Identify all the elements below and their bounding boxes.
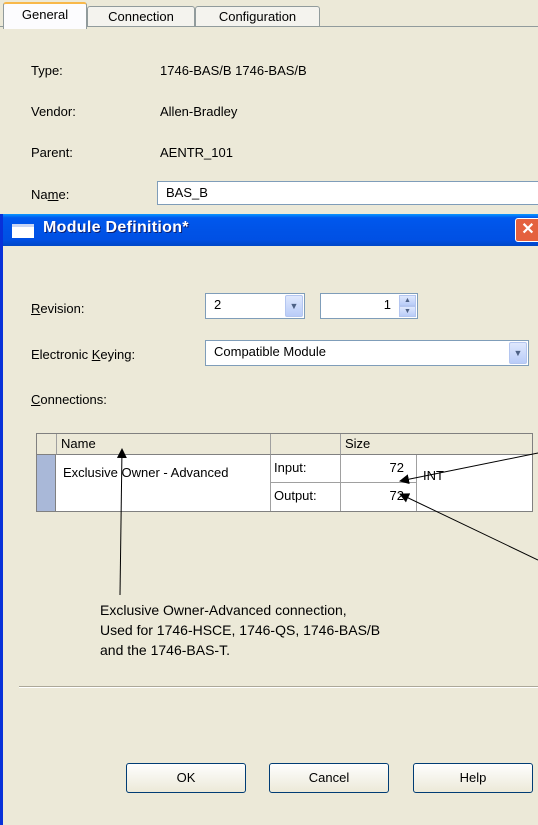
parent-value: AENTR_101 [160,145,233,160]
output-label: Output: [271,483,341,511]
input-label: Input: [271,455,341,483]
grid-corner [37,434,57,455]
annotation-line-3: and the 1746-BAS-T. [100,642,230,658]
electronic-keying-value: Compatible Module [214,344,327,359]
chevron-down-icon[interactable]: ▼ [509,342,527,364]
module-definition-dialog: Module Definition* ✕ Revision: 2 ▼ 1 ▲ ▼… [0,214,538,825]
data-type-cell: INT [423,468,444,483]
connections-grid: Name Size Exclusive Owner - Advanced Inp… [36,433,533,512]
properties-panel: General Connection Configuration Type: 1… [0,0,538,215]
parent-label: Parent: [31,145,73,160]
output-size-cell[interactable]: 72 [341,483,417,511]
tab-strip: General Connection Configuration [0,0,538,29]
vendor-value: Allen-Bradley [160,104,238,119]
revision-major-value: 2 [214,297,222,312]
annotation-caption: Exclusive Owner-Advanced connection, Use… [100,600,440,660]
revision-label: Revision: [31,301,85,316]
spin-up-icon[interactable]: ▲ [399,295,416,306]
annotation-line-1: Exclusive Owner-Advanced connection, [100,602,347,618]
grid-header-size[interactable]: Size [341,434,532,455]
revision-major-select[interactable]: 2 ▼ [205,293,305,319]
type-value: 1746-BAS/B 1746-BAS/B [160,63,307,78]
tab-configuration[interactable]: Configuration [195,6,320,27]
tab-general[interactable]: General [3,2,87,29]
help-button[interactable]: Help [413,763,533,793]
revision-minor-spinner[interactable]: 1 ▲ ▼ [320,293,418,319]
grid-header-name[interactable]: Name [57,434,271,455]
cancel-button[interactable]: Cancel [269,763,389,793]
vendor-label: Vendor: [31,104,76,119]
chevron-down-icon[interactable]: ▼ [285,295,303,317]
tab-connection[interactable]: Connection [87,6,195,27]
dialog-titlebar[interactable]: Module Definition* ✕ [3,214,538,246]
name-input[interactable]: BAS_B [157,181,538,205]
name-label: Name: [31,187,70,202]
dialog-separator [19,686,538,688]
revision-minor-value: 1 [383,297,391,312]
input-size-cell[interactable]: 72 [341,455,417,483]
dialog-title: Module Definition* [43,219,189,236]
connections-label: Connections: [31,392,107,407]
electronic-keying-label: Electronic Keying: [31,347,136,362]
electronic-keying-select[interactable]: Compatible Module ▼ [205,340,529,366]
spin-down-icon[interactable]: ▼ [399,306,416,317]
row-selector[interactable] [37,455,56,511]
annotation-line-2: Used for 1746-HSCE, 1746-QS, 1746-BAS/B [100,622,381,638]
type-label: Type: [31,63,63,78]
window-icon [12,224,34,238]
ok-button[interactable]: OK [126,763,246,793]
close-button[interactable]: ✕ [515,218,538,242]
grid-header-direction[interactable] [271,434,341,455]
connection-name-cell[interactable]: Exclusive Owner - Advanced [57,455,271,511]
